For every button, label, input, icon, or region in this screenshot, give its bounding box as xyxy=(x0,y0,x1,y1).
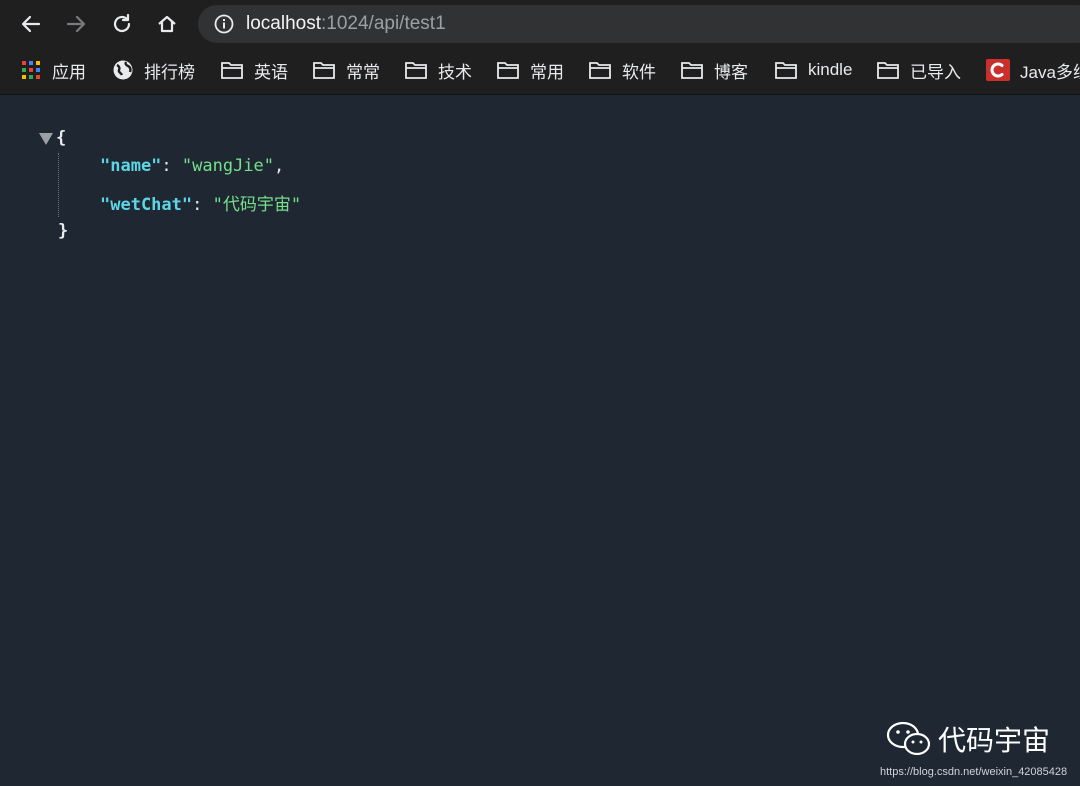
wechat-icon xyxy=(886,721,931,756)
collapse-toggle[interactable] xyxy=(38,131,54,151)
bookmark-label: 常常 xyxy=(346,62,380,82)
indent-guide xyxy=(58,153,59,217)
close-brace: } xyxy=(58,221,69,241)
folder-icon xyxy=(588,60,612,80)
bookmark-folder-tech[interactable]: 技术 xyxy=(404,58,472,82)
arrow-left-icon xyxy=(21,15,41,33)
url-text[interactable]: localhost:1024/api/test1 xyxy=(246,13,446,35)
json-viewer: { "name": "wangJie", "wetChat": "代码宇宙" } xyxy=(0,95,1080,786)
bookmark-java-threads[interactable]: Java多线 xyxy=(986,58,1080,82)
triangle-down-icon xyxy=(39,133,53,145)
bookmark-folder-changchang[interactable]: 常常 xyxy=(312,58,380,82)
bookmark-ranking[interactable]: 排行榜 xyxy=(112,58,195,82)
json-entry-name: "name": "wangJie", xyxy=(100,156,284,176)
json-value: "代码宇宙" xyxy=(212,195,302,215)
reload-button[interactable] xyxy=(107,9,137,39)
apps-grid-icon xyxy=(20,59,42,81)
bookmark-folder-software[interactable]: 软件 xyxy=(588,58,656,82)
bookmark-folder-english[interactable]: 英语 xyxy=(220,58,288,82)
arrow-right-icon xyxy=(66,15,86,33)
json-comma: , xyxy=(274,156,285,176)
bookmark-label: 软件 xyxy=(622,62,656,82)
bookmark-label: 常用 xyxy=(530,62,564,82)
bookmark-apps[interactable]: 应用 xyxy=(20,58,86,82)
json-separator: : xyxy=(161,156,182,176)
home-button[interactable] xyxy=(152,9,182,39)
csdn-icon xyxy=(986,59,1010,81)
folder-icon xyxy=(876,60,900,80)
url-path: :1024/api/test1 xyxy=(321,13,446,34)
open-brace: { xyxy=(56,128,67,148)
bookmarks-bar: 应用 排行榜 英语 常常 技术 常用 软件 博客 kindle 已导入 Java… xyxy=(0,48,1080,95)
bookmark-folder-blog[interactable]: 博客 xyxy=(680,58,748,82)
folder-icon xyxy=(680,60,704,80)
reload-icon xyxy=(113,13,131,33)
back-button[interactable] xyxy=(16,9,46,39)
bookmark-label: kindle xyxy=(808,60,853,79)
json-entry-wetchat: "wetChat": "代码宇宙" xyxy=(100,190,301,215)
bookmark-label: 技术 xyxy=(438,62,472,82)
watermark-label: 代码宇宙 xyxy=(938,725,1051,756)
folder-icon xyxy=(220,60,244,80)
home-icon xyxy=(158,15,176,33)
bookmark-label: 已导入 xyxy=(910,62,961,82)
json-separator: : xyxy=(192,195,213,215)
browser-toolbar: localhost:1024/api/test1 xyxy=(0,0,1080,48)
globe-icon xyxy=(112,59,134,81)
info-icon[interactable] xyxy=(214,14,234,34)
bookmark-folder-imported[interactable]: 已导入 xyxy=(876,58,961,82)
bookmark-folder-kindle[interactable]: kindle xyxy=(774,58,852,82)
forward-button[interactable] xyxy=(61,9,91,39)
folder-icon xyxy=(312,60,336,80)
bookmark-label: 博客 xyxy=(714,62,748,82)
json-value: "wangJie" xyxy=(181,156,275,176)
address-bar[interactable]: localhost:1024/api/test1 xyxy=(198,5,1080,43)
bookmark-folder-common[interactable]: 常用 xyxy=(496,58,564,82)
bookmark-label: Java多线 xyxy=(1020,62,1080,82)
wechat-watermark: 代码宇宙 xyxy=(886,719,1050,759)
bookmark-label: 排行榜 xyxy=(144,62,195,82)
bookmark-label: 英语 xyxy=(254,62,288,82)
folder-icon xyxy=(404,60,428,80)
folder-icon xyxy=(774,60,798,80)
url-host: localhost xyxy=(246,13,321,34)
watermark-url: https://blog.csdn.net/weixin_42085428 xyxy=(880,766,1068,778)
json-key: "wetChat" xyxy=(100,195,193,215)
folder-icon xyxy=(496,60,520,80)
bookmark-label: 应用 xyxy=(52,62,86,82)
json-key: "name" xyxy=(100,156,162,176)
